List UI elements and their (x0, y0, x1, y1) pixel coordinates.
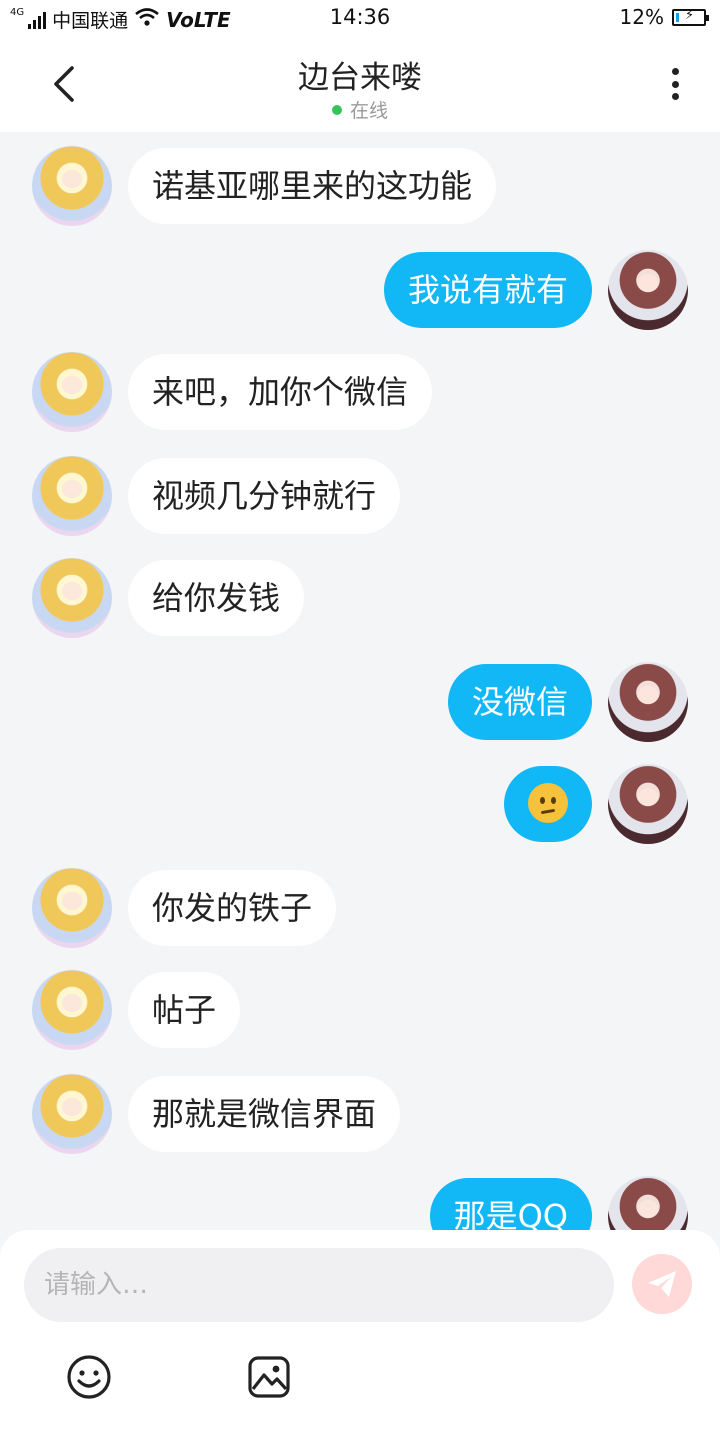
confused-face-icon (528, 783, 568, 823)
contact-avatar[interactable] (32, 1074, 112, 1154)
my-avatar[interactable] (608, 662, 688, 742)
image-button[interactable] (244, 1352, 294, 1402)
online-status: 在线 (0, 96, 720, 123)
contact-avatar[interactable] (32, 146, 112, 226)
incoming-message[interactable]: 帖子 (128, 972, 241, 1048)
composer-panel (0, 1230, 720, 1440)
my-avatar[interactable] (608, 1176, 688, 1230)
contact-avatar[interactable] (32, 868, 112, 948)
contact-avatar[interactable] (32, 352, 112, 432)
incoming-message[interactable]: 那就是微信界面 (128, 1076, 401, 1152)
message-row: 视频几分钟就行 (0, 456, 720, 536)
my-avatar[interactable] (608, 250, 688, 330)
contact-avatar[interactable] (32, 456, 112, 536)
outgoing-message[interactable]: 我说有就有 (383, 252, 592, 328)
incoming-message[interactable]: 诺基亚哪里来的这功能 (128, 148, 497, 224)
message-row: 你发的铁子 (0, 868, 720, 948)
message-row: 我说有就有 (0, 250, 720, 330)
battery-percent: 12% (619, 5, 664, 29)
more-dot (671, 68, 679, 75)
online-status-label: 在线 (349, 100, 388, 122)
clock: 14:36 (329, 5, 391, 29)
message-row: 那就是微信界面 (0, 1074, 720, 1154)
message-row: 那是QQ (0, 1176, 720, 1230)
incoming-message[interactable]: 来吧，加你个微信 (128, 354, 433, 430)
outgoing-message[interactable]: 没微信 (447, 664, 592, 740)
outgoing-emoji-message[interactable] (504, 766, 592, 842)
incoming-message[interactable]: 你发的铁子 (128, 870, 337, 946)
status-right: 12% ⚡ (619, 5, 709, 29)
message-row: 诺基亚哪里来的这功能 (0, 146, 720, 226)
message-row: 给你发钱 (0, 558, 720, 638)
battery-icon: ⚡ (672, 8, 709, 26)
image-icon (248, 1356, 290, 1398)
message-row (0, 764, 720, 844)
message-row: 来吧，加你个微信 (0, 352, 720, 432)
message-row: 没微信 (0, 662, 720, 742)
message-input[interactable] (24, 1248, 614, 1322)
smiley-icon (67, 1355, 111, 1399)
send-button[interactable] (632, 1254, 692, 1314)
online-dot (331, 105, 342, 115)
message-list[interactable]: 诺基亚哪里来的这功能 我说有就有 来吧，加你个微信 视频几分钟就行 给你发钱 没… (0, 132, 720, 1230)
outgoing-message[interactable]: 那是QQ (429, 1178, 592, 1230)
contact-name: 边台来喽 (298, 60, 422, 96)
incoming-message[interactable]: 视频几分钟就行 (128, 458, 401, 534)
more-options-button[interactable] (660, 64, 690, 104)
emoji-button[interactable] (64, 1352, 114, 1402)
incoming-message[interactable]: 给你发钱 (128, 560, 305, 636)
more-dot (671, 80, 679, 88)
status-bar: 4G 中国联通 VoLTE 14:36 12% ⚡ (0, 0, 720, 36)
paper-plane-icon (648, 1271, 676, 1297)
message-row: 帖子 (0, 970, 720, 1050)
my-avatar[interactable] (608, 764, 688, 844)
chat-header: 边台来喽 在线 (0, 36, 720, 132)
more-dot (671, 93, 679, 100)
contact-avatar[interactable] (32, 558, 112, 638)
contact-avatar[interactable] (32, 970, 112, 1050)
